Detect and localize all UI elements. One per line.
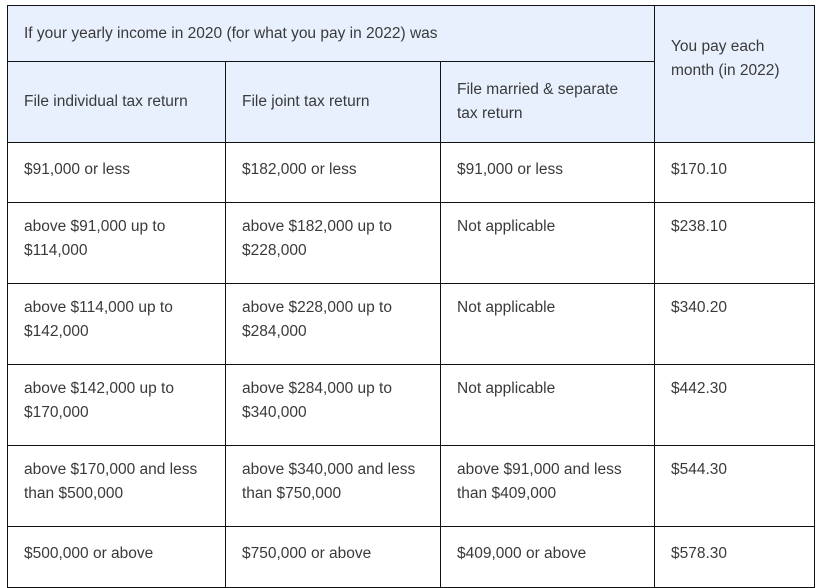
cell-joint: above $340,000 and less than $750,000 (225, 445, 441, 527)
cell-individual: $91,000 or less (7, 142, 226, 203)
table-header: If your yearly income in 2020 (for what … (6, 5, 816, 143)
table-row: $91,000 or less $182,000 or less $91,000… (7, 142, 816, 203)
cell-monthly-payment: $442.30 (654, 364, 816, 446)
cell-joint: above $284,000 up to $340,000 (225, 364, 441, 446)
cell-joint: $750,000 or above (225, 526, 441, 588)
header-income-group: If your yearly income in 2020 (for what … (6, 5, 656, 62)
cell-monthly-payment: $578.30 (654, 526, 816, 588)
cell-individual: above $114,000 up to $142,000 (7, 283, 226, 365)
cell-married-separate: Not applicable (439, 202, 656, 284)
cell-individual: above $142,000 up to $170,000 (7, 364, 226, 446)
header-row-income-group: If your yearly income in 2020 (for what … (6, 5, 816, 143)
table-row: $500,000 or above $750,000 or above $409… (7, 526, 816, 588)
cell-individual: $500,000 or above (7, 526, 226, 588)
header-monthly-payment: You pay each month (in 2022) (654, 5, 816, 143)
cell-married-separate: Not applicable (439, 283, 656, 365)
header-joint: File joint tax return (225, 61, 441, 143)
cell-joint: above $182,000 up to $228,000 (225, 202, 441, 284)
premium-table-container: If your yearly income in 2020 (for what … (6, 5, 816, 588)
table-row: above $114,000 up to $142,000 above $228… (7, 283, 816, 365)
cell-joint: $182,000 or less (225, 142, 441, 203)
cell-monthly-payment: $544.30 (654, 445, 816, 527)
cell-individual: above $170,000 and less than $500,000 (7, 445, 226, 527)
table-body: $91,000 or less $182,000 or less $91,000… (7, 142, 816, 588)
cell-married-separate: $409,000 or above (439, 526, 656, 588)
cell-married-separate: Not applicable (439, 364, 656, 446)
cell-married-separate: above $91,000 and less than $409,000 (439, 445, 656, 527)
cell-individual: above $91,000 up to $114,000 (7, 202, 226, 284)
table-row: above $170,000 and less than $500,000 ab… (7, 445, 816, 527)
cell-joint: above $228,000 up to $284,000 (225, 283, 441, 365)
cell-married-separate: $91,000 or less (439, 142, 656, 203)
header-married-separate: File married & separate tax return (439, 61, 656, 143)
cell-monthly-payment: $170.10 (654, 142, 816, 203)
premium-table: If your yearly income in 2020 (for what … (6, 5, 816, 588)
cell-monthly-payment: $340.20 (654, 283, 816, 365)
table-row: above $142,000 up to $170,000 above $284… (7, 364, 816, 446)
header-individual: File individual tax return (7, 61, 226, 143)
table-row: above $91,000 up to $114,000 above $182,… (7, 202, 816, 284)
cell-monthly-payment: $238.10 (654, 202, 816, 284)
